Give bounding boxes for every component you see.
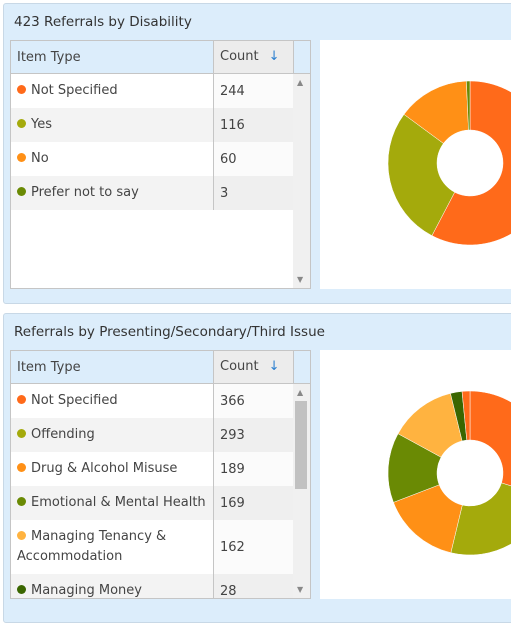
item-label: Yes	[31, 117, 52, 132]
column-count-label: Count	[220, 49, 259, 64]
table-header: Item Type Count ↓	[11, 41, 310, 74]
table-header: Item Type Count ↓	[11, 351, 310, 384]
item-count: 169	[213, 486, 294, 520]
column-count-label: Count	[220, 359, 259, 374]
item-label: Managing Money	[31, 583, 142, 598]
legend-dot-icon	[17, 119, 26, 128]
item-count: 293	[213, 418, 294, 452]
table-row[interactable]: Emotional & Mental Health 169	[11, 486, 294, 520]
column-count[interactable]: Count ↓	[213, 351, 294, 383]
scrollbar[interactable]: ▲ ▼	[293, 384, 310, 598]
scroll-thumb[interactable]	[295, 401, 307, 489]
table-body: Not Specified 244 Yes 116 No 60 Prefer not to …	[11, 74, 294, 288]
column-count[interactable]: Count ↓	[213, 41, 294, 73]
scroll-up-icon[interactable]: ▲	[297, 388, 303, 397]
column-item-type[interactable]: Item Type	[17, 50, 81, 65]
item-label: Managing Tenancy & Accommodation	[17, 529, 167, 564]
item-count: 366	[213, 384, 294, 418]
table-row[interactable]: Prefer not to say 3	[11, 176, 294, 210]
sort-descending-icon: ↓	[268, 49, 280, 64]
scrollbar[interactable]: ▲ ▼	[293, 74, 310, 288]
legend-dot-icon	[17, 429, 26, 438]
legend-dot-icon	[17, 153, 26, 162]
legend-dot-icon	[17, 85, 26, 94]
table-row[interactable]: Yes 116	[11, 108, 294, 142]
legend-dot-icon	[17, 187, 26, 196]
legend-dot-icon	[17, 463, 26, 472]
item-count: 162	[213, 520, 294, 574]
item-count: 244	[213, 74, 294, 108]
item-label: Emotional & Mental Health	[31, 495, 206, 510]
column-item-type[interactable]: Item Type	[17, 360, 81, 375]
item-label: Drug & Alcohol Misuse	[31, 461, 178, 476]
table-row[interactable]: Drug & Alcohol Misuse 189	[11, 452, 294, 486]
scroll-up-icon[interactable]: ▲	[297, 78, 303, 87]
item-label: Offending	[31, 427, 95, 442]
legend-dot-icon	[17, 497, 26, 506]
table-row[interactable]: Not Specified 366	[11, 384, 294, 418]
item-label: Not Specified	[31, 83, 118, 98]
disability-table: Item Type Count ↓ Not Specified 244 Yes 116 No 6…	[10, 40, 311, 289]
table-row[interactable]: Not Specified 244	[11, 74, 294, 108]
legend-dot-icon	[17, 585, 26, 594]
item-count: 3	[213, 176, 294, 210]
donut-slice[interactable]	[469, 390, 511, 498]
legend-dot-icon	[17, 531, 26, 540]
issue-donut-chart	[320, 350, 511, 599]
table-row[interactable]: Managing Money 28	[11, 574, 294, 598]
item-label: Prefer not to say	[31, 185, 139, 200]
table-row[interactable]: No 60	[11, 142, 294, 176]
table-row[interactable]: Managing Tenancy & Accommodation 162	[11, 520, 294, 574]
table-body: Not Specified 366 Offending 293 Drug & Alcoh…	[11, 384, 294, 598]
table-row[interactable]: Offending 293	[11, 418, 294, 452]
item-label: No	[31, 151, 49, 166]
legend-dot-icon	[17, 395, 26, 404]
item-count: 116	[213, 108, 294, 142]
item-count: 28	[213, 574, 294, 598]
issue-table: Item Type Count ↓ Not Specified 366 Offending…	[10, 350, 311, 599]
item-count: 60	[213, 142, 294, 176]
donut-slice[interactable]	[450, 482, 511, 556]
disability-donut-chart	[320, 40, 511, 289]
panel-title: 423 Referrals by Disability	[14, 14, 192, 30]
scroll-down-icon[interactable]: ▼	[297, 275, 303, 284]
sort-descending-icon: ↓	[268, 359, 280, 374]
item-label: Not Specified	[31, 393, 118, 408]
scroll-down-icon[interactable]: ▼	[297, 585, 303, 594]
panel-title: Referrals by Presenting/Secondary/Third …	[14, 324, 325, 340]
item-count: 189	[213, 452, 294, 486]
